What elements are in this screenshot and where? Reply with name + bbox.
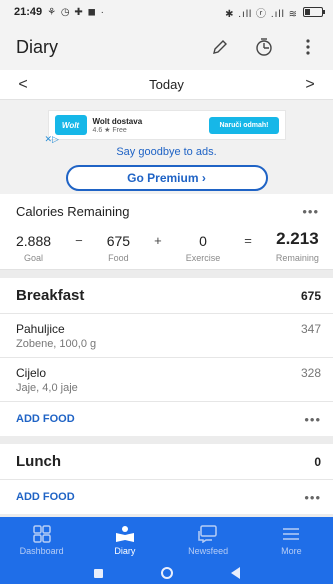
- minus-sign: −: [75, 233, 83, 248]
- food-label: Food: [108, 253, 129, 263]
- food-value: 675: [106, 233, 131, 249]
- exercise-label: Exercise: [185, 253, 221, 263]
- food-info: Cijelo Jaje, 4,0 jaje: [16, 366, 78, 401]
- diary-icon: [115, 524, 135, 544]
- food-cell: 675 Food: [107, 233, 130, 263]
- date-label[interactable]: Today: [149, 77, 184, 92]
- food-desc: Zobene, 100,0 g: [16, 338, 97, 350]
- nav-label: Newsfeed: [188, 545, 229, 556]
- battery-icon: [303, 7, 325, 17]
- food-name: Pahuljice: [16, 322, 65, 336]
- plus-sign: +: [154, 233, 162, 248]
- lunch-more-icon[interactable]: •••: [304, 490, 321, 505]
- food-name: Cijelo: [16, 366, 47, 380]
- section-gap: [0, 436, 333, 444]
- exercise-cell: 0 Exercise: [186, 233, 221, 263]
- signal-icons: ✱ .ıll ⓡ .ıll ≋: [225, 8, 298, 20]
- bottom-navigation: Dashboard Diary Newsfeed More: [0, 517, 333, 562]
- food-desc: Jaje, 4,0 jaje: [16, 382, 78, 394]
- next-day-button[interactable]: >: [301, 76, 319, 94]
- app-bar: Diary: [0, 24, 333, 70]
- food-item[interactable]: Pahuljice Zobene, 100,0 g 347: [0, 314, 333, 358]
- equals-sign: =: [244, 233, 252, 248]
- calories-more-icon[interactable]: •••: [302, 204, 319, 219]
- remaining-value: 2.213: [276, 229, 319, 248]
- calories-equation: 2.888 Goal − 675 Food + 0 Exercise = 2.2…: [16, 229, 319, 263]
- nav-label: Diary: [114, 545, 136, 556]
- nav-dashboard[interactable]: Dashboard: [7, 524, 77, 556]
- go-premium-button[interactable]: Go Premium ›: [65, 165, 268, 191]
- edit-pencil-icon[interactable]: [209, 36, 231, 58]
- back-icon[interactable]: [230, 567, 240, 579]
- ad-rating: 4.6 ★ Free: [92, 126, 127, 134]
- nav-diary[interactable]: Diary: [90, 524, 160, 556]
- goal-label: Goal: [24, 253, 44, 263]
- status-bar: 21:49 ⚘ ◷ ✚ ◼ · ✱ .ıll ⓡ .ıll ≋: [0, 0, 333, 24]
- lunch-add-row: ADD FOOD •••: [0, 480, 333, 514]
- wolt-logo: Wolt: [54, 115, 87, 135]
- status-time: 21:49: [14, 6, 43, 18]
- status-left: 21:49 ⚘ ◷ ✚ ◼ ·: [14, 6, 105, 18]
- food-calories: 328: [300, 366, 321, 380]
- ad-name: Wolt dostava: [92, 116, 143, 126]
- remaining-label: Remaining: [275, 253, 319, 263]
- nav-more[interactable]: More: [256, 524, 326, 556]
- meal-title: Lunch: [16, 453, 61, 470]
- meal-title: Breakfast: [16, 287, 85, 304]
- ad-banner[interactable]: Wolt Wolt dostava 4.6 ★ Free Naruči odma…: [45, 110, 286, 144]
- ad-cta-button[interactable]: Naruči odmah!: [209, 116, 279, 134]
- calories-header: Calories Remaining •••: [16, 204, 319, 219]
- breakfast-more-icon[interactable]: •••: [304, 412, 321, 427]
- goal-value: 2.888: [16, 233, 52, 249]
- battery-fill: [305, 9, 310, 15]
- page-title: Diary: [16, 36, 59, 57]
- system-navigation: [0, 562, 333, 584]
- menu-icon: [282, 524, 300, 544]
- breakfast-add-row: ADD FOOD •••: [0, 402, 333, 436]
- previous-day-button[interactable]: <: [14, 76, 32, 94]
- calories-remaining-card: Calories Remaining ••• 2.888 Goal − 675 …: [0, 194, 333, 270]
- goal-cell: 2.888 Goal: [16, 233, 51, 263]
- food-item[interactable]: Cijelo Jaje, 4,0 jaje 328: [0, 358, 333, 402]
- ad-caption: Say goodbye to ads.: [116, 146, 217, 158]
- ad-text: Wolt dostava 4.6 ★ Free: [93, 117, 210, 134]
- meal-total: 675: [300, 288, 321, 303]
- timer-icon[interactable]: [253, 36, 275, 58]
- exercise-value: 0: [199, 233, 207, 249]
- food-calories: 347: [300, 322, 321, 336]
- date-navigator: < Today >: [0, 70, 333, 100]
- ad-area: Wolt Wolt dostava 4.6 ★ Free Naruči odma…: [0, 100, 333, 194]
- remaining-cell: 2.213 Remaining: [276, 229, 319, 263]
- newsfeed-icon: [198, 524, 218, 544]
- meal-total: 0: [314, 454, 321, 469]
- breakfast-header[interactable]: Breakfast 675: [0, 278, 333, 314]
- home-icon[interactable]: [160, 567, 173, 579]
- food-info: Pahuljice Zobene, 100,0 g: [16, 322, 96, 357]
- dashboard-icon: [32, 524, 51, 544]
- section-gap: [0, 270, 333, 278]
- ad-choices-icon[interactable]: ✕▷: [45, 134, 59, 145]
- add-food-button-lunch[interactable]: ADD FOOD: [16, 491, 75, 503]
- app-actions: [209, 36, 319, 58]
- add-food-button-breakfast[interactable]: ADD FOOD: [16, 413, 75, 425]
- status-right: ✱ .ıll ⓡ .ıll ≋: [225, 5, 325, 20]
- overflow-menu-icon[interactable]: [297, 36, 319, 58]
- nav-label: Dashboard: [19, 545, 64, 556]
- notification-icons: ⚘ ◷ ✚ ◼ ·: [47, 6, 105, 18]
- calories-title: Calories Remaining: [16, 204, 130, 219]
- nav-label: More: [281, 545, 302, 556]
- nav-newsfeed[interactable]: Newsfeed: [173, 524, 243, 556]
- lunch-header[interactable]: Lunch 0: [0, 444, 333, 480]
- recent-apps-icon[interactable]: [93, 568, 103, 578]
